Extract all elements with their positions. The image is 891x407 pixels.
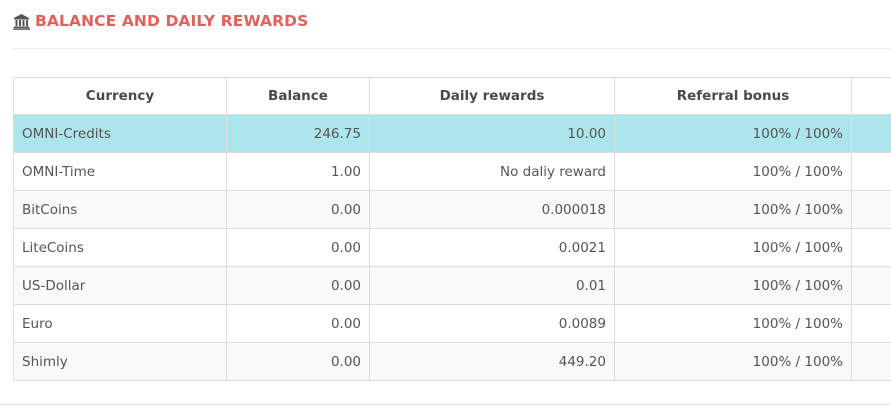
table-row[interactable]: BitCoins 0.00 0.000018 100% / 100% bbox=[13, 190, 891, 229]
cell-balance: 1.00 bbox=[226, 152, 370, 191]
balance-panel: BALANCE AND DAILY REWARDS Currency Balan… bbox=[0, 0, 891, 407]
cell-referral-bonus: 100% / 100% bbox=[614, 152, 852, 191]
table-row[interactable]: OMNI-Time 1.00 No daliy reward 100% / 10… bbox=[13, 152, 891, 191]
cell-daily-reward: No daliy reward bbox=[369, 152, 615, 191]
table-header-row: Currency Balance Daily rewards Referral … bbox=[13, 77, 891, 115]
bottom-divider bbox=[0, 404, 891, 405]
cell-currency: US-Dollar bbox=[13, 266, 227, 305]
cell-referral-bonus: 100% / 100% bbox=[614, 114, 852, 153]
cell-extra bbox=[851, 228, 891, 267]
cell-currency: Euro bbox=[13, 304, 227, 343]
cell-extra bbox=[851, 114, 891, 153]
cell-extra bbox=[851, 266, 891, 305]
cell-extra bbox=[851, 152, 891, 191]
cell-currency: Shimly bbox=[13, 342, 227, 381]
column-header-daily-rewards[interactable]: Daily rewards bbox=[369, 77, 615, 115]
column-header-balance[interactable]: Balance bbox=[226, 77, 370, 115]
cell-daily-reward: 10.00 bbox=[369, 114, 615, 153]
cell-balance: 0.00 bbox=[226, 228, 370, 267]
table-row[interactable]: LiteCoins 0.00 0.0021 100% / 100% bbox=[13, 228, 891, 267]
table-row[interactable]: US-Dollar 0.00 0.01 100% / 100% bbox=[13, 266, 891, 305]
cell-referral-bonus: 100% / 100% bbox=[614, 304, 852, 343]
balance-table: Currency Balance Daily rewards Referral … bbox=[13, 77, 891, 381]
cell-referral-bonus: 100% / 100% bbox=[614, 228, 852, 267]
column-header-referral-bonus[interactable]: Referral bonus bbox=[614, 77, 852, 115]
cell-extra bbox=[851, 190, 891, 229]
cell-referral-bonus: 100% / 100% bbox=[614, 342, 852, 381]
cell-currency: LiteCoins bbox=[13, 228, 227, 267]
cell-balance: 0.00 bbox=[226, 304, 370, 343]
page-title: BALANCE AND DAILY REWARDS bbox=[35, 12, 309, 30]
cell-balance: 0.00 bbox=[226, 266, 370, 305]
cell-currency: OMNI-Time bbox=[13, 152, 227, 191]
table-row[interactable]: Euro 0.00 0.0089 100% / 100% bbox=[13, 304, 891, 343]
cell-referral-bonus: 100% / 100% bbox=[614, 266, 852, 305]
cell-daily-reward: 0.000018 bbox=[369, 190, 615, 229]
cell-extra bbox=[851, 342, 891, 381]
cell-extra bbox=[851, 304, 891, 343]
panel-heading: BALANCE AND DAILY REWARDS bbox=[13, 9, 308, 33]
heading-divider bbox=[13, 48, 891, 49]
cell-daily-reward: 449.20 bbox=[369, 342, 615, 381]
cell-currency: OMNI-Credits bbox=[13, 114, 227, 153]
table-row[interactable]: Shimly 0.00 449.20 100% / 100% bbox=[13, 342, 891, 381]
column-header-currency[interactable]: Currency bbox=[13, 77, 227, 115]
table-row[interactable]: OMNI-Credits 246.75 10.00 100% / 100% bbox=[13, 114, 891, 153]
cell-daily-reward: 0.0021 bbox=[369, 228, 615, 267]
cell-balance: 246.75 bbox=[226, 114, 370, 153]
cell-balance: 0.00 bbox=[226, 190, 370, 229]
balance-table-container: Currency Balance Daily rewards Referral … bbox=[13, 77, 891, 381]
bank-icon bbox=[13, 13, 30, 30]
cell-currency: BitCoins bbox=[13, 190, 227, 229]
cell-referral-bonus: 100% / 100% bbox=[614, 190, 852, 229]
column-header-extra bbox=[851, 77, 891, 115]
cell-balance: 0.00 bbox=[226, 342, 370, 381]
cell-daily-reward: 0.0089 bbox=[369, 304, 615, 343]
cell-daily-reward: 0.01 bbox=[369, 266, 615, 305]
